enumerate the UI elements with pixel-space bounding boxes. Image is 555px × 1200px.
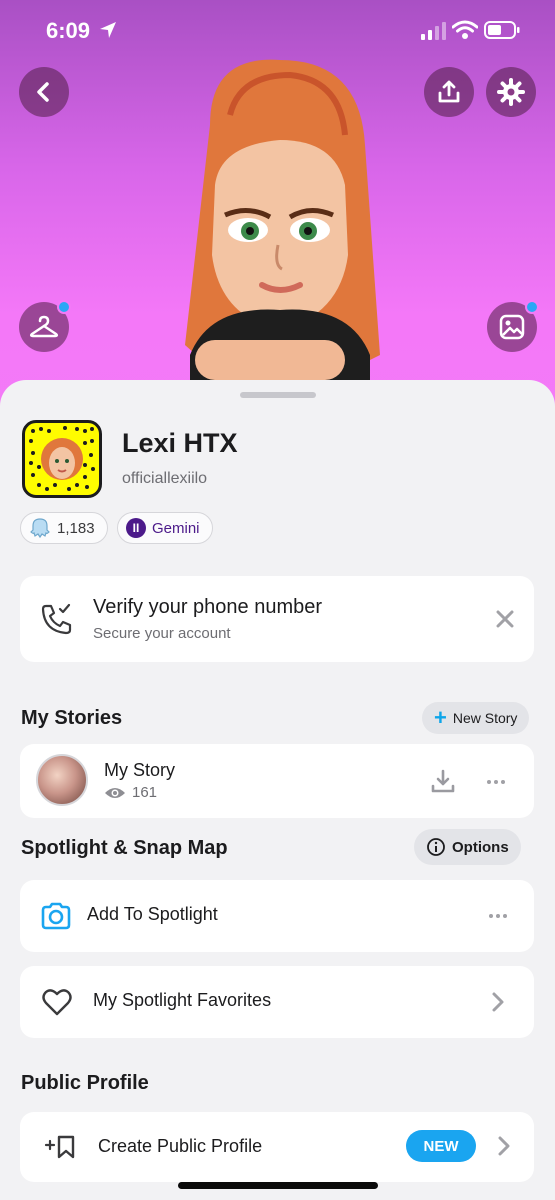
spotlight-options-button[interactable]: Options (414, 829, 521, 865)
story-view-count: 161 (132, 784, 158, 801)
add-to-spotlight-row[interactable]: Add To Spotlight (20, 880, 534, 952)
spotlight-favorites-label: My Spotlight Favorites (93, 990, 272, 1010)
verify-subtitle: Secure your account (93, 625, 231, 642)
chevron-right-icon (498, 1136, 510, 1156)
create-public-profile-label: Create Public Profile (98, 1136, 263, 1156)
share-icon (438, 80, 460, 103)
home-indicator[interactable] (178, 1182, 378, 1189)
notification-dot (525, 300, 539, 314)
snapcode[interactable] (22, 420, 102, 498)
new-story-button[interactable]: + New Story (422, 702, 530, 734)
close-icon[interactable] (494, 608, 516, 630)
options-label: Options (452, 838, 509, 856)
story-title: My Story (104, 760, 176, 780)
more-icon[interactable] (488, 906, 508, 926)
ghost-icon (30, 518, 50, 539)
eye-icon (105, 787, 125, 798)
new-story-label: New Story (452, 710, 518, 726)
plus-icon: + (434, 705, 447, 730)
story-views: 161 (104, 784, 157, 801)
create-public-profile-row[interactable]: Create Public Profile NEW (20, 1112, 534, 1182)
chevron-right-icon (492, 992, 504, 1012)
bitmoji-avatar (185, 59, 380, 385)
phone-check-icon (41, 603, 72, 635)
status-bar: 6:09 (0, 0, 555, 60)
sheet-grabber[interactable] (240, 392, 316, 398)
settings-button[interactable] (486, 67, 536, 117)
info-icon (427, 838, 445, 856)
profile-sheet: Lexi HTX officiallexiilo 1,183 II Gemini… (0, 380, 555, 1200)
story-thumbnail[interactable] (36, 754, 88, 806)
status-time: 6:09 (46, 18, 91, 43)
spotlight-favorites-row[interactable]: My Spotlight Favorites (20, 966, 534, 1038)
hanger-icon (29, 315, 59, 338)
location-arrow-icon (100, 22, 116, 38)
verify-phone-card[interactable]: Verify your phone number Secure your acc… (20, 576, 534, 662)
outfit-button[interactable] (19, 300, 71, 352)
back-button[interactable] (19, 67, 69, 117)
gear-icon (497, 78, 525, 106)
background-button[interactable] (487, 300, 539, 352)
friends-count: 1,183 (57, 519, 95, 537)
notification-dot (57, 300, 71, 314)
signal-icon (421, 22, 446, 40)
bookmark-plus-icon (44, 1135, 75, 1159)
wifi-icon (452, 20, 478, 39)
download-icon[interactable] (430, 768, 456, 794)
zodiac-pill[interactable]: II Gemini (117, 512, 213, 544)
gemini-icon: II (126, 518, 146, 538)
my-story-row[interactable]: My Story 161 (20, 744, 534, 818)
back-icon (37, 82, 49, 102)
gallery-icon (499, 314, 525, 340)
spotlight-heading: Spotlight & Snap Map (21, 837, 228, 859)
verify-title: Verify your phone number (93, 596, 323, 618)
heart-icon (42, 989, 72, 1016)
public-profile-heading: Public Profile (21, 1072, 149, 1094)
share-button[interactable] (424, 67, 474, 117)
camera-icon (41, 902, 71, 930)
new-badge: NEW (406, 1130, 476, 1162)
username: officiallexiilo (122, 470, 208, 487)
add-to-spotlight-label: Add To Spotlight (87, 904, 218, 924)
snapcode-pattern (29, 426, 95, 491)
display-name: Lexi HTX (122, 428, 238, 458)
zodiac-label: Gemini (152, 519, 200, 537)
my-stories-heading: My Stories (21, 707, 123, 729)
more-icon[interactable] (486, 772, 506, 792)
friends-count-pill[interactable]: 1,183 (20, 512, 108, 544)
battery-icon (484, 21, 520, 39)
profile-header: 6:09 (0, 0, 555, 420)
